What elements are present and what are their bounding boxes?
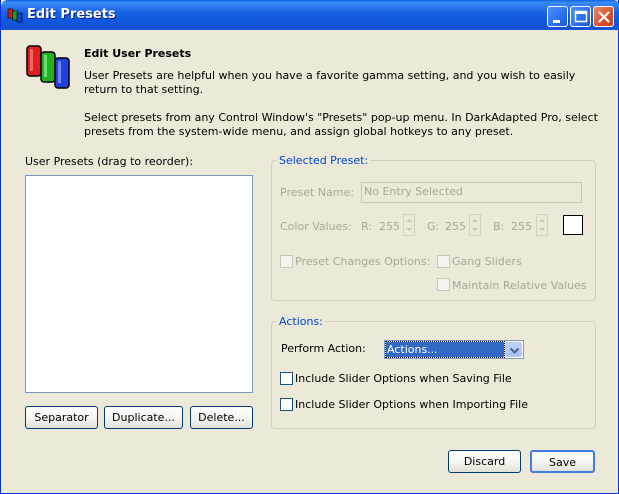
maintain-relative-checkbox[interactable] — [437, 278, 450, 291]
b-stepper-icon[interactable] — [536, 214, 548, 236]
preset-changes-checkbox[interactable] — [280, 255, 293, 268]
g-label: G: — [427, 220, 440, 233]
dialog-heading: Edit User Presets — [84, 47, 192, 60]
r-value[interactable]: 255 — [379, 220, 400, 233]
user-presets-list[interactable] — [25, 175, 253, 393]
perform-action-select[interactable]: Actions... — [384, 340, 524, 359]
save-button[interactable]: Save — [530, 450, 595, 473]
perform-action-value: Actions... — [385, 341, 505, 358]
preset-name-label: Preset Name: — [280, 186, 354, 199]
minimize-button[interactable] — [547, 6, 568, 27]
intro-text: User Presets are helpful when you have a… — [84, 69, 604, 153]
color-swatch[interactable] — [563, 215, 583, 235]
intro-paragraph-1: User Presets are helpful when you have a… — [84, 69, 576, 96]
delete-button[interactable]: Delete... — [190, 406, 253, 429]
maximize-button[interactable] — [570, 6, 591, 27]
close-button[interactable] — [593, 6, 614, 27]
include-importing-label: Include Slider Options when Importing Fi… — [295, 398, 528, 411]
selected-preset-title: Selected Preset: — [277, 154, 371, 167]
gang-sliders-checkbox[interactable] — [437, 255, 450, 268]
intro-paragraph-2: Select presets from any Control Window's… — [84, 111, 598, 138]
maximize-icon — [574, 10, 588, 23]
include-saving-label: Include Slider Options when Saving File — [295, 372, 512, 385]
darkadapted-app-icon — [26, 45, 70, 89]
include-saving-checkbox[interactable] — [280, 372, 293, 385]
preset-changes-label: Preset Changes Options: — [295, 255, 431, 268]
app-title-icon — [7, 8, 23, 23]
duplicate-button[interactable]: Duplicate... — [104, 406, 183, 429]
edit-presets-window: Edit Presets Edit User Presets User Pres… — [0, 0, 619, 494]
preset-name-field[interactable]: No Entry Selected — [361, 182, 582, 203]
color-values-label: Color Values: — [280, 220, 352, 233]
dropdown-button[interactable] — [505, 342, 522, 357]
discard-button[interactable]: Discard — [448, 450, 521, 473]
gang-sliders-label: Gang Sliders — [452, 255, 522, 268]
b-label: B: — [493, 220, 505, 233]
maintain-relative-label: Maintain Relative Values — [452, 279, 587, 292]
r-label: R: — [361, 220, 373, 233]
b-value[interactable]: 255 — [511, 220, 532, 233]
close-icon — [598, 11, 610, 23]
g-stepper-icon[interactable] — [469, 214, 481, 236]
title-bar[interactable]: Edit Presets — [1, 0, 619, 30]
actions-title: Actions: — [277, 315, 325, 328]
g-value[interactable]: 255 — [445, 220, 466, 233]
minimize-icon — [553, 20, 560, 23]
user-presets-label: User Presets (drag to reorder): — [25, 155, 194, 168]
perform-action-label: Perform Action: — [281, 342, 366, 355]
window-title: Edit Presets — [27, 7, 116, 22]
separator-button[interactable]: Separator — [25, 406, 98, 429]
r-stepper-icon[interactable] — [403, 214, 415, 236]
chevron-down-icon — [509, 347, 520, 354]
include-importing-checkbox[interactable] — [280, 398, 293, 411]
